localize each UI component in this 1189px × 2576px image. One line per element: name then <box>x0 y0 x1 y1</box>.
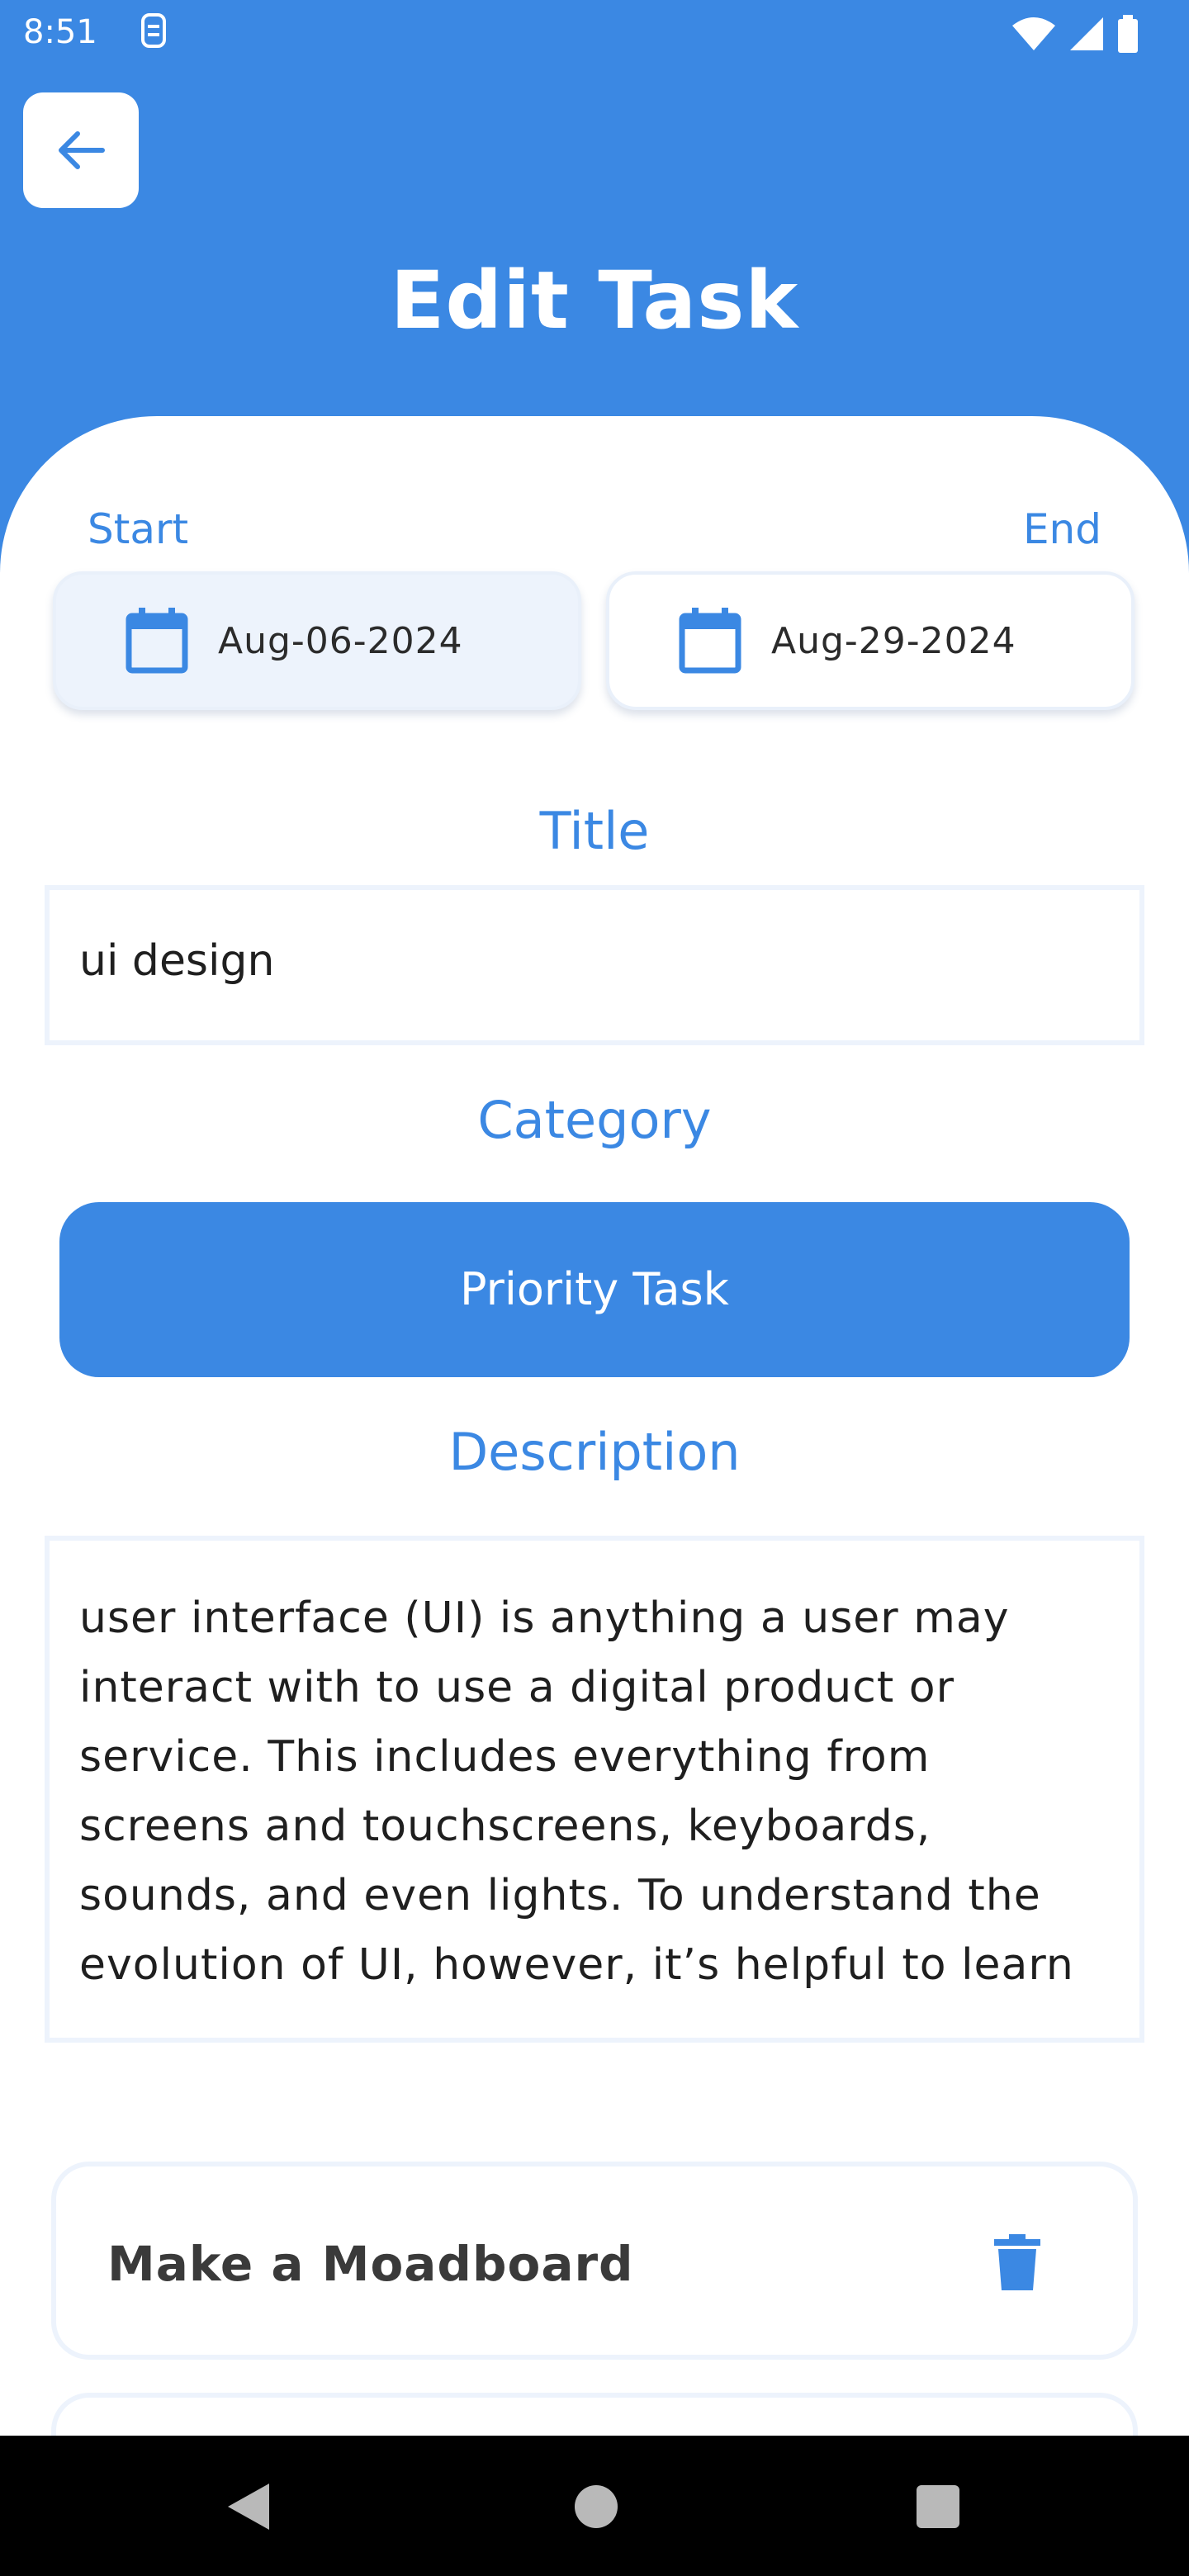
sim-icon <box>141 13 166 48</box>
description-input[interactable]: user interface (UI) is anything a user m… <box>45 1536 1144 2043</box>
subtask-item[interactable]: Make a Moadboard <box>51 2162 1138 2360</box>
status-bar: 8:51 <box>0 0 1189 69</box>
battery-icon <box>1118 15 1138 53</box>
start-date-value: Aug-06-2024 <box>218 619 463 662</box>
nav-home-icon[interactable] <box>575 2485 618 2528</box>
back-arrow-icon <box>59 131 105 169</box>
nav-back-icon[interactable] <box>225 2482 271 2531</box>
system-nav-bar <box>0 2436 1189 2576</box>
page-title: Edit Task <box>390 254 799 347</box>
status-time: 8:51 <box>23 13 97 51</box>
trash-icon[interactable] <box>994 2234 1040 2290</box>
category-label: Category <box>477 1090 712 1150</box>
calendar-icon <box>126 608 188 674</box>
subtask-label: Make a Moadboard <box>107 2236 634 2292</box>
status-icons <box>1011 15 1139 53</box>
end-label: End <box>1022 505 1101 553</box>
wifi-icon <box>1012 17 1055 50</box>
end-date-picker[interactable]: Aug-29-2024 <box>606 571 1135 710</box>
back-button[interactable] <box>23 92 139 208</box>
title-input[interactable]: ui design <box>45 885 1144 1045</box>
end-date-value: Aug-29-2024 <box>771 619 1016 662</box>
nav-recents-icon[interactable] <box>917 2485 959 2528</box>
title-label: Title <box>539 801 650 861</box>
signal-icon <box>1070 17 1103 50</box>
calendar-icon <box>679 608 741 674</box>
category-button[interactable]: Priority Task <box>59 1202 1130 1377</box>
description-label: Description <box>448 1422 741 1482</box>
start-date-picker[interactable]: Aug-06-2024 <box>53 571 581 710</box>
start-label: Start <box>88 505 189 553</box>
